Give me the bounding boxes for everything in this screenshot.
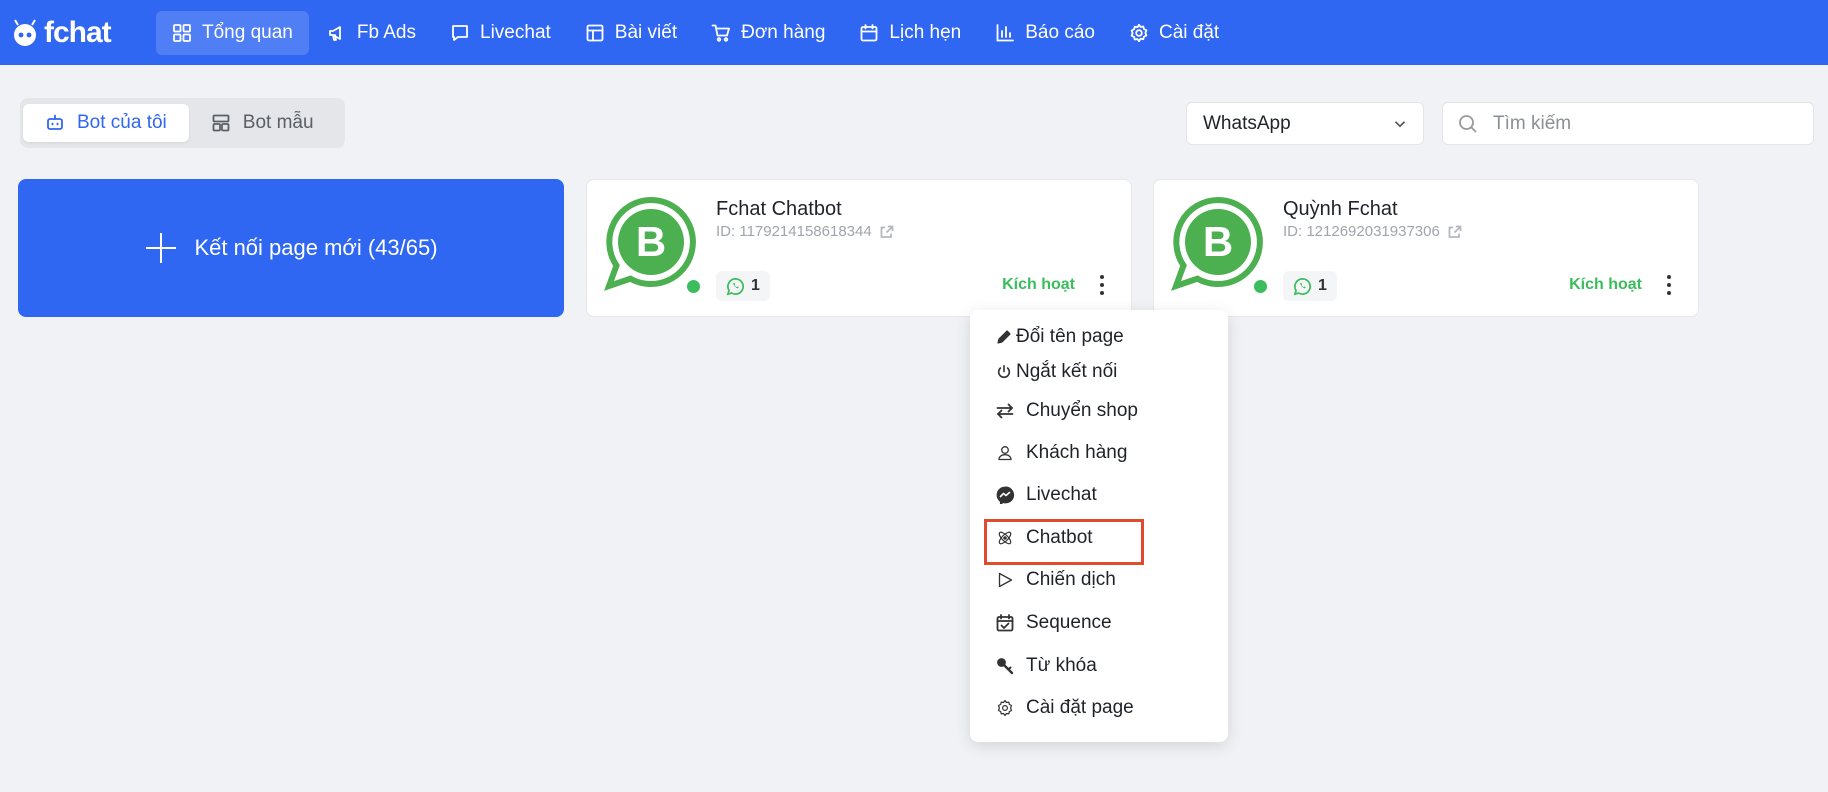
external-link-icon[interactable] [880, 225, 894, 239]
whatsapp-count-badge: 1 [1283, 271, 1337, 301]
fchat-logo[interactable]: fchat [10, 16, 130, 50]
bot-name: Quỳnh Fchat [1283, 198, 1398, 220]
menu-item-label: Chiến dịch [1026, 569, 1116, 590]
tab-bot-cua-toi[interactable]: Bot của tôi [23, 104, 189, 142]
nav-label: Báo cáo [1025, 21, 1095, 43]
nav-label: Cài đặt [1158, 21, 1220, 43]
menu-item-livechat[interactable]: Livechat [996, 484, 1097, 506]
user-icon [998, 446, 1012, 461]
gear-icon [997, 699, 1013, 717]
nav-item-bai-viet[interactable]: Bài viết [569, 11, 693, 55]
bot-id: ID: 1212692031937306 [1283, 223, 1462, 240]
nav-item-livechat[interactable]: Livechat [434, 11, 567, 55]
menu-item-campaign[interactable]: Chiến dịch [996, 569, 1116, 591]
nav-label: Fb Ads [356, 21, 417, 43]
menu-item-label: Khách hàng [1026, 442, 1128, 463]
main-nav: Tổng quan Fb Ads Livechat Bài viết Đơn h… [156, 10, 1237, 55]
bot-id: ID: 1179214158618344 [716, 223, 894, 240]
bar-chart-icon [996, 23, 1015, 41]
status-active: Kích hoạt [1569, 276, 1642, 293]
connect-page-label: Kết nối page mới (43/65) [194, 235, 438, 260]
chatbot-highlight-box [984, 519, 1144, 565]
robot-logo-icon [14, 18, 36, 46]
search-input[interactable] [1493, 112, 1799, 135]
nav-label: Bài viết [614, 21, 678, 43]
chat-bubble-icon [452, 24, 468, 41]
bot-card[interactable]: B Fchat Chatbot ID: 1179214158618344 1 K… [586, 179, 1132, 317]
nav-item-cai-dat[interactable]: Cài đặt [1113, 11, 1235, 55]
bot-id-text: ID: 1212692031937306 [1283, 223, 1440, 240]
bot-name: Fchat Chatbot [716, 198, 842, 220]
platform-select-value: WhatsApp [1203, 112, 1291, 134]
platform-select[interactable]: WhatsApp [1186, 102, 1424, 145]
whatsapp-count: 1 [751, 277, 760, 294]
nav-item-tong-quan[interactable]: Tổng quan [156, 10, 309, 55]
page-context-menu: Đổi tên page Ngắt kết nối Chuyển shop Kh… [970, 310, 1228, 742]
nav-item-bao-cao[interactable]: Báo cáo [979, 11, 1111, 55]
menu-item-rename-page[interactable]: Đổi tên page [996, 326, 1124, 348]
more-menu-button[interactable] [1662, 273, 1676, 297]
logo-text: fchat [44, 15, 112, 49]
megaphone-icon [328, 25, 341, 41]
external-link-icon[interactable] [1448, 225, 1462, 239]
layout-icon [586, 24, 604, 41]
bot-id-text: ID: 1179214158618344 [716, 223, 872, 240]
online-status-dot [1251, 277, 1270, 296]
connect-page-button[interactable]: Kết nối page mới (43/65) [18, 179, 564, 317]
key-icon [997, 658, 1014, 675]
more-menu-button[interactable] [1095, 273, 1109, 297]
menu-item-customers[interactable]: Khách hàng [996, 442, 1127, 464]
search-icon [1459, 114, 1477, 133]
power-icon [997, 364, 1011, 379]
menu-item-label: Đổi tên page [1016, 326, 1124, 347]
svg-text:B: B [636, 218, 666, 265]
nav-label: Livechat [480, 21, 551, 43]
robot-icon [47, 114, 63, 130]
play-icon [998, 572, 1013, 588]
tab-label: Bot của tôi [77, 112, 167, 133]
swap-icon [996, 403, 1014, 419]
plus-icon [146, 233, 177, 263]
nav-item-lich-hen[interactable]: Lịch hẹn [843, 11, 977, 55]
status-active: Kích hoạt [1002, 276, 1075, 293]
whatsapp-count: 1 [1318, 277, 1327, 294]
nav-label: Đơn hàng [741, 21, 826, 43]
pencil-icon [997, 330, 1011, 344]
calendar-check-icon [996, 614, 1014, 632]
nav-label: Tổng quan [202, 21, 293, 43]
calendar-icon [861, 23, 878, 41]
menu-item-label: Sequence [1026, 612, 1112, 633]
menu-item-label: Chuyển shop [1026, 400, 1138, 421]
online-status-dot [684, 277, 703, 296]
gear-icon [1130, 23, 1148, 42]
menu-item-label: Livechat [1026, 484, 1097, 505]
nav-item-don-hang[interactable]: Đơn hàng [695, 11, 841, 55]
top-navbar: fchat Tổng quan Fb Ads Livechat Bài viết… [0, 0, 1828, 65]
nav-item-fb-ads[interactable]: Fb Ads [311, 11, 432, 55]
menu-item-label: Từ khóa [1026, 655, 1097, 676]
menu-item-switch-shop[interactable]: Chuyển shop [996, 400, 1138, 422]
svg-text:B: B [1203, 218, 1233, 265]
template-icon [212, 114, 230, 132]
whatsapp-icon [726, 277, 744, 295]
menu-item-sequence[interactable]: Sequence [996, 612, 1112, 634]
tab-bot-mau[interactable]: Bot mẫu [189, 104, 336, 142]
whatsapp-count-badge: 1 [716, 271, 770, 301]
cart-icon [711, 24, 731, 42]
menu-item-page-settings[interactable]: Cài đặt page [996, 697, 1134, 719]
whatsapp-icon [1293, 277, 1311, 295]
messenger-icon [996, 486, 1014, 504]
grid-icon [173, 23, 191, 42]
bot-card[interactable]: B Quỳnh Fchat ID: 1212692031937306 1 Kíc… [1153, 179, 1699, 317]
menu-item-disconnect[interactable]: Ngắt kết nối [996, 361, 1117, 383]
chevron-down-icon [1394, 120, 1406, 127]
menu-item-label: Cài đặt page [1026, 697, 1134, 718]
tab-label: Bot mẫu [242, 112, 314, 133]
bot-tabs: Bot của tôi Bot mẫu [20, 98, 345, 148]
menu-item-label: Ngắt kết nối [1016, 361, 1118, 382]
menu-item-keywords[interactable]: Từ khóa [996, 655, 1097, 677]
nav-label: Lịch hẹn [889, 21, 962, 43]
search-box [1442, 102, 1814, 145]
